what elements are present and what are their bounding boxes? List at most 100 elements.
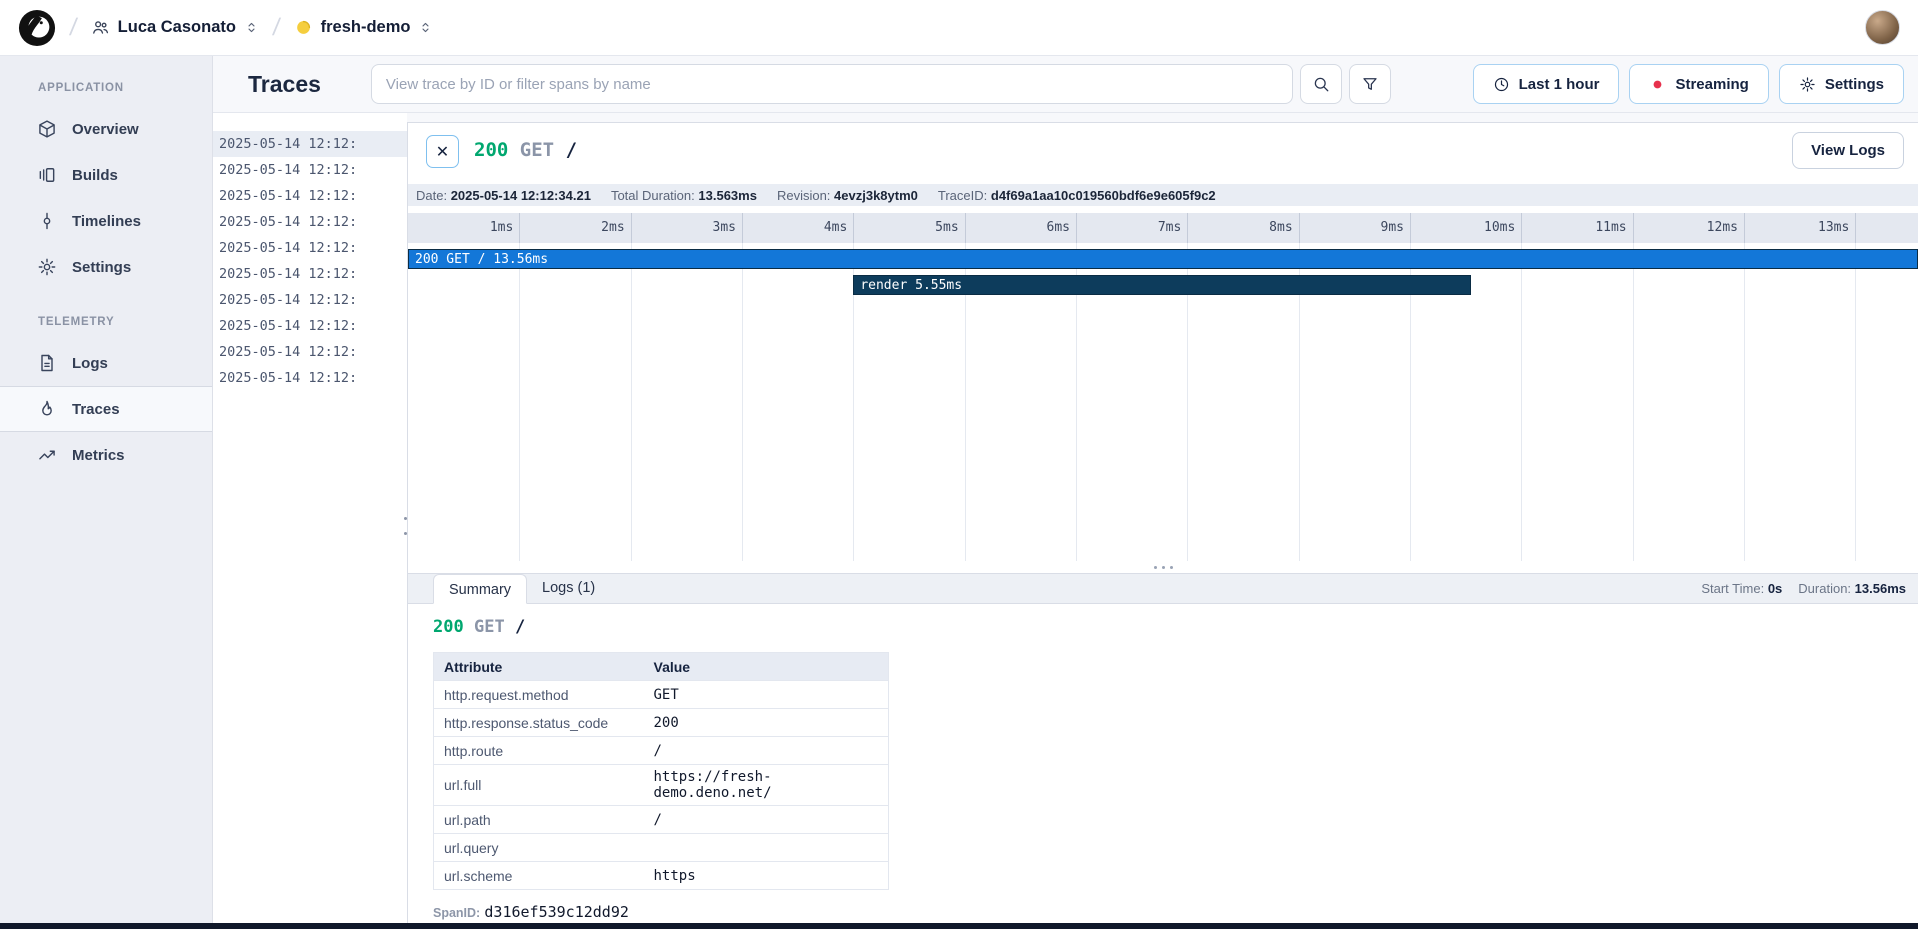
trace-meta-bar: Date: 2025-05-14 12:12:34.21 Total Durati…: [408, 184, 1918, 206]
span-bar-root[interactable]: 200 GET / 13.56ms: [408, 249, 1918, 269]
button-label: Last 1 hour: [1519, 76, 1600, 93]
axis-gridline: [1633, 213, 1634, 243]
axis-tick-label: 1ms: [453, 213, 513, 243]
meta-date-: Date: 2025-05-14 12:12:34.21: [416, 188, 591, 203]
project-icon: [294, 18, 313, 37]
filter-button[interactable]: [1349, 64, 1391, 104]
commit-icon: [37, 211, 57, 231]
sidebar-item-metrics[interactable]: Metrics: [0, 432, 212, 478]
deno-logo-icon[interactable]: [18, 9, 56, 47]
attribute-value: 200: [644, 709, 889, 737]
axis-gridline: [1521, 243, 1522, 561]
trace-detail-panel: ✕ 200 GET / View Logs Date: 2025-05-14 1…: [407, 122, 1918, 923]
panel-resize-handle[interactable]: [402, 508, 408, 544]
breadcrumb-separator: /: [271, 14, 282, 42]
table-row: url.path/: [434, 806, 889, 834]
axis-tick-label: 12ms: [1678, 213, 1738, 243]
axis-gridline: [1521, 213, 1522, 243]
axis-tick-label: 11ms: [1567, 213, 1627, 243]
trace-list-item[interactable]: 2025-05-14 12:12:: [213, 261, 407, 287]
axis-gridline: [1744, 243, 1745, 561]
user-avatar[interactable]: [1865, 10, 1900, 45]
attribute-name: url.full: [434, 765, 644, 806]
tab-logs-1-[interactable]: Logs (1): [527, 573, 610, 603]
trace-list-item[interactable]: 2025-05-14 12:12:: [213, 235, 407, 261]
table-row: url.fullhttps://fresh-demo.deno.net/: [434, 765, 889, 806]
clock-icon: [1493, 76, 1510, 93]
settings-button[interactable]: Settings: [1779, 64, 1904, 104]
summary-span-title: 200 GET /: [433, 617, 1918, 637]
attribute-value: /: [644, 806, 889, 834]
axis-tick-label: 10ms: [1455, 213, 1515, 243]
status-code: 200: [474, 139, 508, 161]
sidebar-item-overview[interactable]: Overview: [0, 106, 212, 152]
sidebar-item-label: Traces: [72, 401, 120, 418]
button-label: Settings: [1825, 76, 1884, 93]
attribute-name: url.query: [434, 834, 644, 862]
attribute-name: http.response.status_code: [434, 709, 644, 737]
attribute-value: GET: [644, 681, 889, 709]
search-button[interactable]: [1300, 64, 1342, 104]
trace-list-item[interactable]: 2025-05-14 12:12:: [213, 287, 407, 313]
trace-list-item[interactable]: 2025-05-14 12:12:: [213, 183, 407, 209]
axis-tick-label: 3ms: [676, 213, 736, 243]
trace-list-item[interactable]: 2025-05-14 12:12:: [213, 313, 407, 339]
sidebar: APPLICATIONOverviewBuildsTimelinesSettin…: [0, 56, 213, 923]
span-id-label: SpanID:: [433, 906, 480, 920]
request-path: /: [515, 617, 525, 637]
breadcrumb-team[interactable]: Luca Casonato: [91, 18, 259, 37]
team-icon: [91, 18, 110, 37]
tab-summary[interactable]: Summary: [433, 574, 527, 604]
table-row: url.schemehttps: [434, 862, 889, 890]
view-logs-button[interactable]: View Logs: [1792, 132, 1904, 169]
meta-total-duration-: Total Duration: 13.563ms: [611, 188, 757, 203]
table-row: url.query: [434, 834, 889, 862]
trace-list-item[interactable]: 2025-05-14 12:12:: [213, 209, 407, 235]
span-bar-child[interactable]: render 5.55ms: [853, 275, 1471, 295]
sidebar-item-label: Metrics: [72, 447, 125, 464]
sidebar-item-label: Logs: [72, 355, 108, 372]
axis-tick-label: 5ms: [899, 213, 959, 243]
axis-gridline: [1855, 243, 1856, 561]
table-row: http.response.status_code200: [434, 709, 889, 737]
team-name: Luca Casonato: [118, 18, 236, 37]
axis-tick-label: 13ms: [1789, 213, 1849, 243]
window-footer-bar: [0, 923, 1918, 929]
close-trace-button[interactable]: ✕: [426, 135, 459, 168]
trace-list-item[interactable]: 2025-05-14 12:12:: [213, 339, 407, 365]
sidebar-item-settings[interactable]: Settings: [0, 244, 212, 290]
project-name: fresh-demo: [321, 18, 411, 37]
chevron-updown-icon: [418, 20, 433, 35]
columns-icon: [37, 165, 57, 185]
attributes-table: AttributeValue http.request.methodGEThtt…: [433, 652, 889, 890]
trace-list-item[interactable]: 2025-05-14 12:12:: [213, 131, 407, 157]
waterfall-resize-handle[interactable]: [408, 561, 1918, 573]
trace-list-item[interactable]: 2025-05-14 12:12:: [213, 157, 407, 183]
axis-gridline: [1076, 213, 1077, 243]
streaming-button[interactable]: Streaming: [1629, 64, 1768, 104]
sidebar-item-traces[interactable]: Traces: [0, 386, 212, 432]
span-id-value: d316ef539c12dd92: [484, 903, 629, 921]
table-header-value: Value: [644, 653, 889, 681]
axis-gridline: [1744, 213, 1745, 243]
page-header: Traces Last 1 hourStreamingSettings: [213, 56, 1918, 113]
sidebar-item-builds[interactable]: Builds: [0, 152, 212, 198]
breadcrumb-project[interactable]: fresh-demo: [294, 18, 434, 37]
timing-duration-: Duration: 13.56ms: [1798, 581, 1906, 596]
flame-icon: [37, 399, 57, 419]
last-1-hour-button[interactable]: Last 1 hour: [1473, 64, 1620, 104]
sidebar-item-label: Settings: [72, 259, 131, 276]
attribute-name: http.request.method: [434, 681, 644, 709]
axis-gridline: [1633, 243, 1634, 561]
top-bar: / Luca Casonato / fresh-demo: [0, 0, 1918, 56]
trace-list-item[interactable]: 2025-05-14 12:12:: [213, 365, 407, 391]
http-method: GET: [520, 139, 554, 161]
attribute-name: url.path: [434, 806, 644, 834]
sidebar-item-label: Builds: [72, 167, 118, 184]
sidebar-item-logs[interactable]: Logs: [0, 340, 212, 386]
meta-traceid-: TraceID: d4f69a1aa10c019560bdf6e9e605f9c…: [938, 188, 1216, 203]
request-path: /: [566, 139, 577, 161]
trace-search-input[interactable]: [371, 64, 1293, 104]
axis-tick-label: 8ms: [1233, 213, 1293, 243]
sidebar-item-timelines[interactable]: Timelines: [0, 198, 212, 244]
